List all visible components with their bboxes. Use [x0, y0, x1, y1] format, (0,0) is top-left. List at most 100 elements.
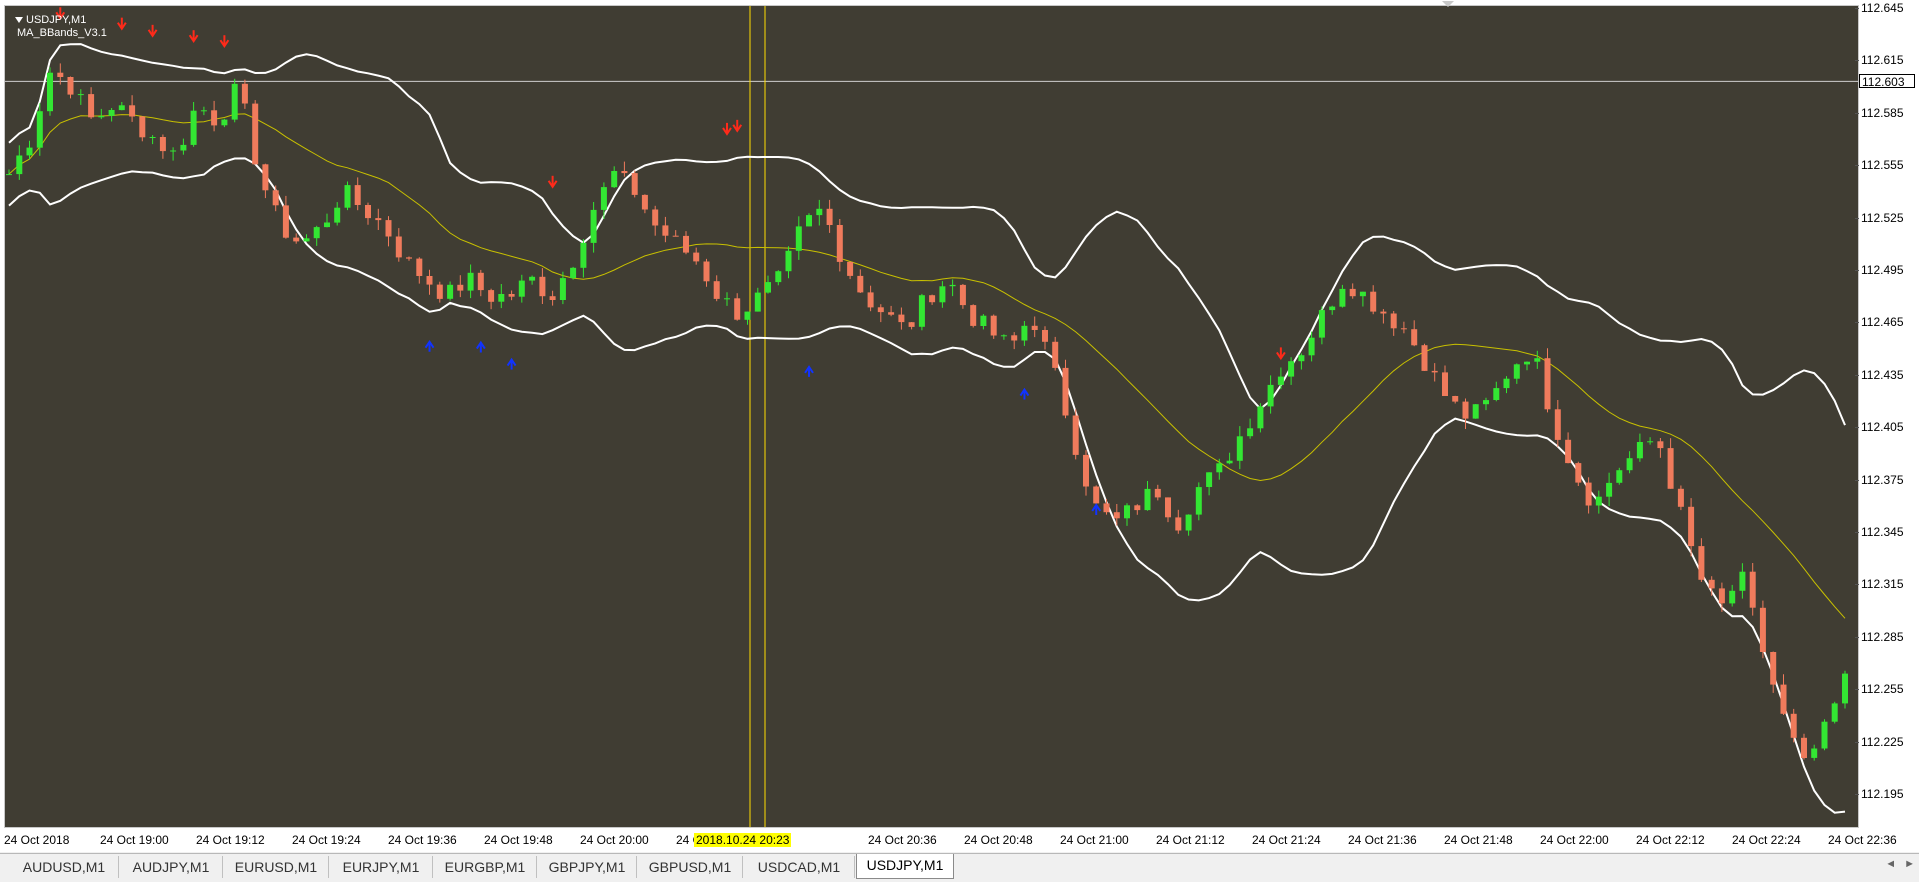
- bear-candle: [652, 209, 659, 226]
- bear-candle: [1780, 684, 1787, 714]
- bear-candle: [385, 220, 392, 237]
- bull-candle: [1216, 463, 1223, 473]
- bull-candle: [77, 94, 84, 96]
- bear-candle: [1698, 546, 1705, 580]
- bear-candle: [1042, 330, 1048, 342]
- bear-candle: [1165, 497, 1171, 518]
- chart-symbol-label[interactable]: USDJPY,M1: [15, 14, 86, 26]
- bear-candle: [857, 275, 864, 293]
- tab-audusd-m1[interactable]: AUDUSD,M1: [10, 856, 119, 878]
- bear-candle: [1052, 341, 1059, 368]
- bull-candle: [16, 155, 23, 175]
- bear-candle: [683, 235, 689, 253]
- bull-candle: [1729, 590, 1736, 604]
- time-tick-label: 24 Oct 22:36: [1828, 833, 1897, 847]
- time-axis[interactable]: 24 Oct 2018 24 Oct 19:00 24 Oct 19:12 24 Oc…: [0, 828, 1897, 852]
- bear-candle: [1349, 288, 1356, 297]
- bear-candle: [1400, 328, 1407, 330]
- chart-window[interactable]: USDJPY,M1 MA_BBands_V3.1 112.645 112.615 1…: [0, 0, 1919, 852]
- bull-candle: [313, 227, 320, 239]
- time-tick-label: 24 Oct 20:00: [580, 833, 649, 847]
- bull-candle: [1124, 505, 1130, 519]
- tab-eurjpy-m1[interactable]: EURJPY,M1: [330, 856, 433, 878]
- bear-candle: [395, 236, 402, 258]
- tab-usdcad-m1[interactable]: USDCAD,M1: [744, 856, 855, 878]
- bull-candle: [980, 315, 987, 326]
- bear-candle: [477, 272, 484, 291]
- bull-candle: [1595, 496, 1602, 506]
- bull-candle: [231, 83, 238, 120]
- tab-eurusd-m1[interactable]: EURUSD,M1: [224, 856, 329, 878]
- bull-candle: [1647, 441, 1654, 443]
- bear-candle: [1093, 486, 1100, 504]
- chart-shift-marker-icon[interactable]: [1442, 1, 1454, 7]
- bull-candle: [324, 222, 330, 228]
- bear-candle: [365, 205, 371, 219]
- bull-candle: [303, 238, 310, 242]
- bull-candle: [1616, 470, 1623, 483]
- bear-candle: [262, 164, 269, 191]
- time-tick-label: 24 Oct 20:48: [964, 833, 1033, 847]
- bull-candle: [1329, 306, 1336, 311]
- bull-candle: [1277, 376, 1284, 385]
- sell-arrow-icon: [732, 119, 743, 133]
- bear-candle: [139, 116, 146, 138]
- dropdown-triangle-icon[interactable]: [15, 17, 23, 23]
- price-tick-label: 112.465: [1855, 315, 1917, 329]
- tab-eurgbp-m1[interactable]: EURGBP,M1: [434, 856, 537, 878]
- bull-candle: [118, 105, 125, 111]
- bull-candle: [108, 110, 115, 116]
- bear-candle: [1134, 505, 1141, 511]
- price-chart[interactable]: [5, 6, 1858, 827]
- bull-candle: [775, 271, 782, 283]
- tab-gbpjpy-m1[interactable]: GBPJPY,M1: [538, 856, 637, 878]
- bear-candle: [836, 225, 843, 262]
- time-tick-label: 24 Oct 22:12: [1636, 833, 1705, 847]
- bull-candle: [6, 174, 12, 176]
- bear-candle: [1113, 512, 1120, 519]
- tab-scroll-left-icon[interactable]: ◄: [1885, 858, 1896, 870]
- bear-candle: [703, 261, 710, 282]
- bear-candle: [488, 290, 495, 302]
- sell-arrow-icon: [188, 30, 199, 44]
- bull-candle: [570, 267, 577, 279]
- bull-candle: [795, 226, 802, 251]
- bear-candle: [1421, 345, 1428, 371]
- bull-candle: [765, 282, 771, 293]
- bear-candle: [1801, 737, 1807, 758]
- buy-arrow-icon: [1091, 503, 1102, 515]
- bear-candle: [1585, 482, 1592, 506]
- price-tick-label: 112.435: [1855, 368, 1917, 382]
- buy-arrow-icon: [424, 339, 435, 352]
- bear-candle: [293, 237, 300, 242]
- bull-candle: [1195, 487, 1202, 515]
- bull-candle: [47, 72, 53, 112]
- price-tick-label: 112.195: [1855, 787, 1917, 801]
- bear-candle: [898, 314, 905, 323]
- price-tick-label: 112.405: [1855, 420, 1917, 434]
- bear-candle: [713, 281, 720, 299]
- tab-usdjpy-m1[interactable]: USDJPY,M1: [856, 854, 954, 879]
- bear-candle: [1708, 579, 1715, 589]
- buy-arrow-icon: [475, 340, 486, 353]
- bull-candle: [1000, 335, 1007, 337]
- tab-audjpy-m1[interactable]: AUDJPY,M1: [120, 856, 223, 878]
- bear-candle: [406, 257, 412, 259]
- bear-candle: [888, 312, 895, 315]
- tab-scroll-right-icon[interactable]: ►: [1904, 858, 1915, 870]
- bull-candle: [1267, 384, 1274, 407]
- bull-candle: [1524, 361, 1530, 365]
- bull-candle: [1318, 310, 1325, 338]
- sell-arrow-icon: [547, 175, 558, 189]
- bear-candle: [1554, 409, 1561, 440]
- bull-candle: [785, 250, 792, 272]
- bear-candle: [1390, 313, 1397, 329]
- chart-plot-area[interactable]: USDJPY,M1 MA_BBands_V3.1: [4, 5, 1859, 828]
- time-tick-label: 24 Oct 21:36: [1348, 833, 1417, 847]
- bull-candle: [1144, 488, 1151, 511]
- time-tick-label: 24 Oct 21:00: [1060, 833, 1129, 847]
- price-axis[interactable]: 112.645 112.615 112.585 112.555 112.525 112.4…: [1855, 0, 1919, 830]
- bear-candle: [641, 194, 648, 210]
- bear-candle: [908, 322, 915, 327]
- tab-gbpusd-m1[interactable]: GBPUSD,M1: [638, 856, 743, 878]
